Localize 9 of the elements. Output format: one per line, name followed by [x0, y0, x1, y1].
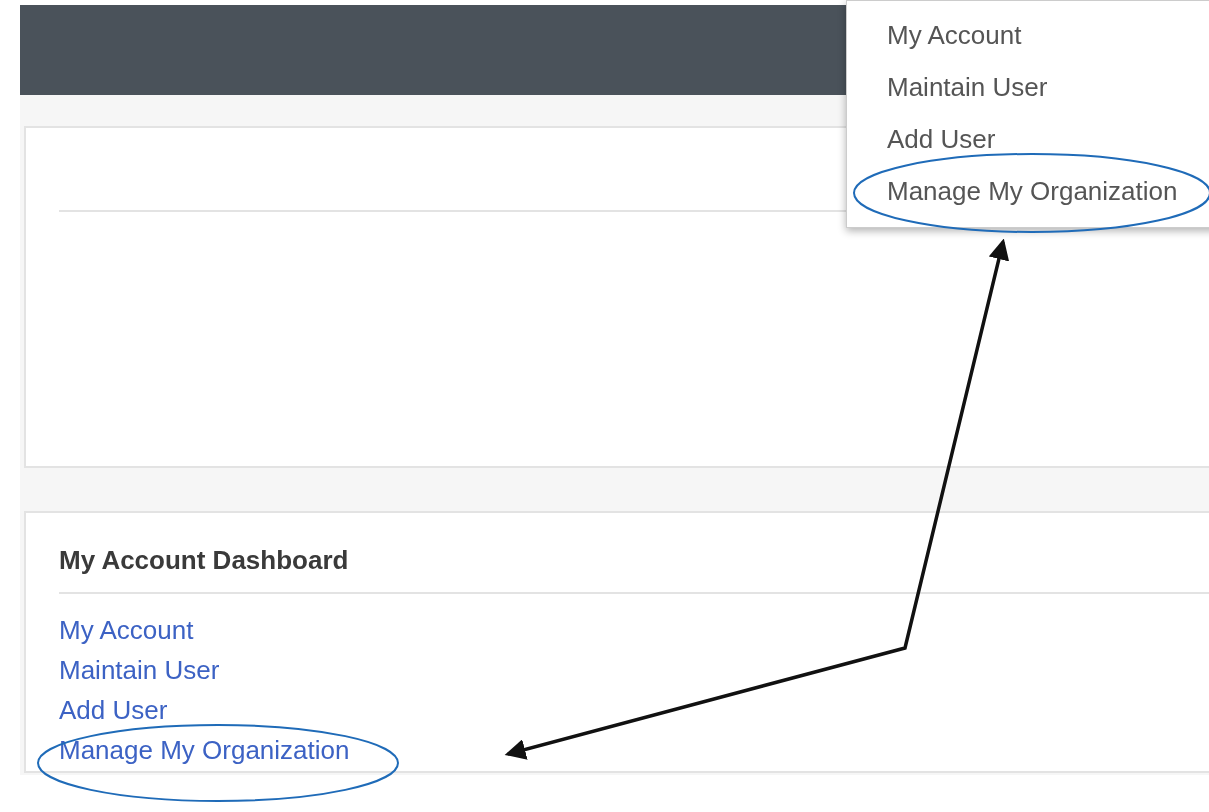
- dashboard-link[interactable]: Add User: [59, 690, 168, 730]
- card-title: My Account Dashboard: [59, 544, 349, 577]
- menu-item[interactable]: Manage My Organization: [847, 165, 1209, 217]
- dashboard-link[interactable]: Maintain User: [59, 650, 220, 690]
- dashboard-link[interactable]: Manage My Organization: [59, 730, 350, 770]
- menu-item[interactable]: My Account: [847, 9, 1062, 61]
- menu-item[interactable]: Maintain User: [847, 61, 1088, 113]
- dashboard-link[interactable]: My Account: [59, 610, 194, 650]
- menu-item[interactable]: Add User: [847, 113, 1036, 165]
